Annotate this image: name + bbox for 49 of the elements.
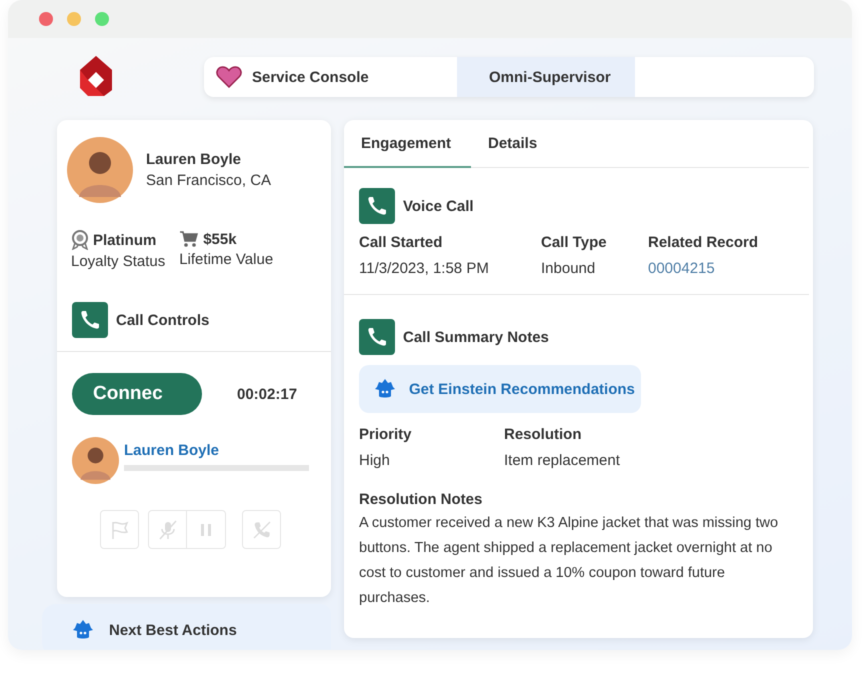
field-value: 11/3/2023, 1:58 PM <box>359 260 490 277</box>
header-tab[interactable]: Omni-Supervisor <box>457 57 635 97</box>
phone-icon <box>359 319 395 355</box>
avatar-icon <box>67 137 133 203</box>
field-label: Related Record <box>648 234 760 251</box>
panel-title: Next Best Actions <box>109 622 237 638</box>
field-value: Inbound <box>541 260 596 277</box>
section-title: Voice Call <box>403 198 474 214</box>
field-value: Item replacement <box>504 452 621 469</box>
end-call-icon <box>252 520 272 540</box>
flag-icon <box>110 520 130 540</box>
logo-icon <box>78 54 114 98</box>
einstein-icon <box>72 619 94 641</box>
field-label: Resolution <box>504 426 582 443</box>
avatar-icon <box>72 437 119 484</box>
maximize-dot[interactable] <box>95 12 109 26</box>
close-dot[interactable] <box>39 12 53 26</box>
section-title: Call Summary Notes <box>403 328 549 346</box>
tab[interactable]: Engagement <box>344 120 471 168</box>
phone-icon <box>359 188 395 224</box>
field-value: High <box>359 452 391 469</box>
customer-location: San Francisco, CA <box>146 172 272 189</box>
stat-label: Loyalty Status <box>71 253 166 270</box>
record-link[interactable]: 00004215 <box>648 260 808 277</box>
pause-icon <box>200 522 212 536</box>
einstein-button[interactable]: Get Einstein Recommendations <box>359 365 641 413</box>
stat-label: Lifetime Value <box>179 251 274 268</box>
cart-icon <box>179 230 200 248</box>
resolution-notes: A customer received a new K3 Alpine jacket that was missing two buttons. The agent shipped a replacement jacket overnight at no cost to customer and issued a 10% coupon toward future purchases. <box>358 514 780 608</box>
header-tab[interactable]: Service Console <box>204 57 457 97</box>
participant-link[interactable]: Lauren Boyle <box>124 442 309 459</box>
call-timer: 00:02:17 <box>237 386 298 402</box>
field-label: Call Type <box>541 234 608 251</box>
minimize-dot[interactable] <box>67 12 81 26</box>
connect-button[interactable]: Connec <box>72 373 202 415</box>
field-label: Call Started <box>359 234 444 251</box>
field-label: Priority <box>359 426 413 443</box>
heart-icon <box>216 66 242 88</box>
field-label: Resolution Notes <box>358 490 484 508</box>
customer-name: Lauren Boyle <box>146 151 242 168</box>
einstein-icon <box>373 378 397 400</box>
muted-mic-icon <box>158 520 178 540</box>
award-icon <box>71 230 89 250</box>
tab[interactable]: Details <box>471 120 554 168</box>
stat-value: Platinum <box>93 232 156 248</box>
section-title: Call Controls <box>116 312 210 328</box>
stat-value: $55k <box>203 230 237 248</box>
next-best-actions-panel[interactable]: Next Best Actions <box>42 604 331 650</box>
phone-icon <box>72 302 108 338</box>
